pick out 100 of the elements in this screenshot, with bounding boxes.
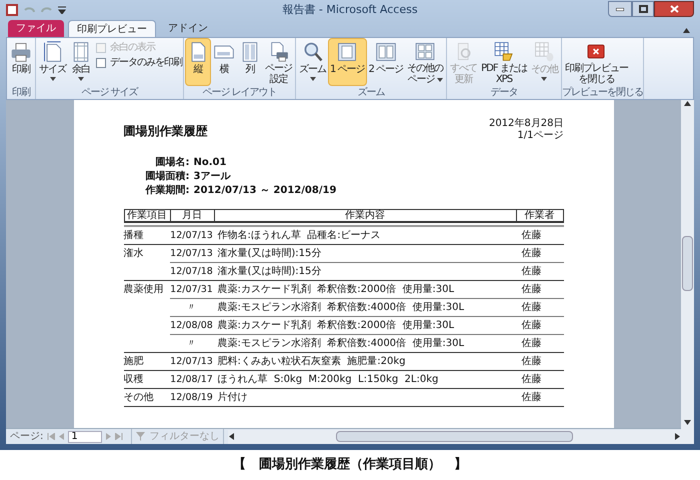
table-cell-text: 12/07/13 (170, 355, 214, 369)
table-cell-text: 播種 (124, 228, 144, 243)
ribbon-button[interactable]: 印刷 (8, 38, 34, 86)
table-cell-text: 12/08/19 (170, 391, 214, 405)
table-cell-text: 12/07/13 (170, 229, 214, 243)
scroll-thumb[interactable] (682, 236, 693, 290)
minimize-button[interactable] (608, 1, 632, 17)
ribbon-button[interactable]: PDF または XPS (479, 38, 529, 86)
scroll-thumb[interactable] (336, 431, 573, 442)
column-header: 作業者 (516, 210, 562, 221)
table-cell-text: 潅水 (124, 246, 144, 261)
table-cell-text: 12/08/17 (170, 373, 214, 387)
table-cell-text: 潅水量(又は時間):15分 (216, 264, 322, 279)
table-cell-text: 佐藤 (520, 318, 542, 333)
redo-icon (40, 5, 54, 15)
ribbon-button[interactable]: 印刷プレビュー を閉じる (562, 38, 630, 86)
ribbon-button[interactable]: 2 ページ (366, 38, 406, 86)
group-label: ページ サイズ (80, 87, 140, 99)
magnifier-icon (302, 41, 324, 63)
undo-icon (22, 5, 36, 15)
ribbon-button[interactable]: ページ 設定 (263, 38, 294, 86)
ribbon-tab[interactable]: ファイル (8, 20, 64, 37)
pdf-export-icon (492, 41, 515, 62)
page-input[interactable]: 1 (68, 430, 102, 442)
previous-page-icon (59, 433, 64, 440)
ribbon-button[interactable]: サイズ (37, 38, 68, 86)
table-cell-text: 佐藤 (520, 264, 542, 279)
caret-icon (310, 77, 316, 81)
next-page-icon (106, 433, 112, 440)
printer-icon (10, 41, 32, 63)
caret-icon (436, 78, 443, 82)
table-cell-text: 収穫 (124, 372, 144, 387)
ribbon-button[interactable]: 列 (237, 38, 263, 86)
caret-icon (541, 77, 548, 81)
group-label: ズーム (356, 87, 386, 99)
table-cell-text: 〃 (186, 301, 198, 315)
collapse-ribbon-icon (683, 28, 690, 33)
table-cell-text: 農薬:モスピラン水溶剤 希釈倍数:4000倍 使用量:30L (216, 300, 466, 315)
ribbon-tab[interactable]: 印刷プレビュー (68, 20, 156, 37)
table-cell-text: 佐藤 (520, 228, 542, 243)
table-cell-text: 潅水量(又は時間):15分 (216, 246, 322, 261)
info-value: No.01 (194, 156, 228, 169)
horizontal-scrollbar[interactable] (228, 430, 681, 444)
info-value: 2012/07/13 ～ 2012/08/19 (194, 184, 338, 197)
page-number: 1/1ページ (517, 130, 564, 142)
table-cell-text: 佐藤 (520, 246, 542, 261)
group-label: プレビューを閉じる (562, 87, 643, 99)
table-cell-text: 佐藤 (520, 300, 542, 315)
group-label: 印刷 (11, 87, 32, 99)
page-label: ページ: (9, 430, 44, 444)
ribbon-button[interactable]: 1 ページ (328, 38, 367, 86)
table-cell-text: 農薬:カスケード乳剤 希釈倍数:2000倍 使用量:30L (216, 318, 456, 333)
ribbon-button[interactable]: 縦 (185, 38, 211, 86)
ribbon-button[interactable]: ズーム (297, 38, 328, 86)
app-icon (6, 4, 18, 16)
table-cell-text: 施肥 (124, 354, 144, 369)
table-cell-text: その他 (124, 391, 154, 405)
column-header: 作業内容 (214, 210, 516, 221)
scroll-left-icon (228, 433, 236, 440)
report-date: 2012年8月28日 (488, 118, 564, 130)
one-page-icon (336, 41, 358, 63)
ribbon-button[interactable]: その他の ページ (405, 38, 446, 86)
table-cell-text: 佐藤 (520, 390, 542, 405)
table-cell-text: 農薬:カスケード乳剤 希釈倍数:2000倍 使用量:30L (216, 282, 456, 297)
close-icon (670, 5, 678, 13)
table-cell-text: 佐藤 (520, 336, 542, 351)
table-cell-text: 12/07/18 (170, 265, 214, 279)
caret-icon (50, 77, 56, 81)
group-label: ページ レイアウト (201, 87, 278, 99)
ribbon-button[interactable]: 横 (211, 38, 237, 86)
table-cell-text: 佐藤 (520, 372, 542, 387)
info-label: 作業期間: (144, 184, 190, 197)
maximize-button[interactable] (632, 1, 654, 17)
info-value: 3アール (194, 170, 232, 183)
table-cell-text: 12/07/13 (170, 247, 214, 261)
checkbox-option[interactable]: データのみを印刷 (96, 57, 182, 69)
table-cell-text: 作物名:ほうれん草 品種名:ビーナス (216, 228, 382, 243)
table-export-icon (533, 41, 556, 63)
window-title: 報告書 - Microsoft Access (281, 2, 419, 18)
vertical-scrollbar[interactable] (681, 100, 694, 444)
page-size-icon (42, 41, 64, 63)
first-page-icon (47, 433, 56, 440)
close-button[interactable] (654, 1, 694, 17)
scroll-right-icon (673, 433, 681, 440)
maximize-icon (638, 5, 648, 13)
table-cell-text: 農薬:モスピラン水溶剤 希釈倍数:4000倍 使用量:30L (216, 336, 466, 351)
table-cell-text: 12/08/08 (170, 319, 214, 333)
report-title: 圃場別作業履歴 (124, 123, 208, 140)
checkbox[interactable] (96, 58, 106, 68)
minimize-icon (616, 8, 624, 10)
table-cell-text: 片付け (216, 390, 248, 405)
ribbon-button[interactable]: 余白 (68, 38, 94, 86)
table-cell-text: ほうれん草 S:0kg M:200kg L:150kg 2L:0kg (216, 372, 440, 387)
caret-icon (78, 77, 84, 81)
customize-toolbar-icon (58, 6, 66, 14)
table-cell-text: 肥料:くみあい粒状石灰窒素 施肥量:20kg (216, 354, 406, 369)
column-header: 月日 (170, 210, 214, 221)
table-cell-text: 佐藤 (520, 354, 542, 369)
info-label: 圃場面積: (144, 170, 190, 183)
ribbon-tab[interactable]: アドイン (160, 20, 216, 37)
